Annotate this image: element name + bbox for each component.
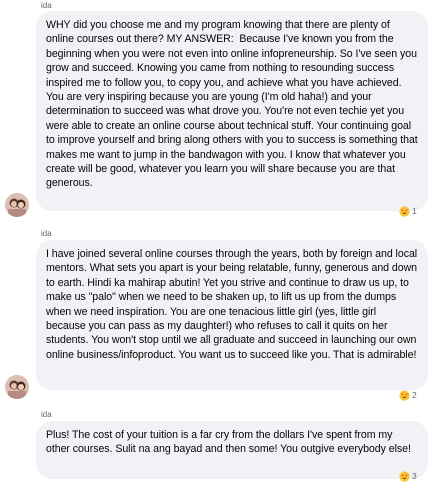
- sender-name[interactable]: ida: [41, 1, 52, 11]
- comment-bubble: Plus! The cost of your tuition is a far …: [36, 421, 428, 479]
- heart-eyes-emoji-icon: [399, 389, 410, 401]
- avatar-photo-icon: [5, 375, 29, 399]
- avatar[interactable]: [5, 193, 29, 217]
- sender-name[interactable]: ida: [41, 229, 52, 239]
- reaction-badge[interactable]: 2: [399, 389, 417, 401]
- comment-text: I have joined several online courses thr…: [46, 248, 420, 361]
- sender-name[interactable]: ida: [41, 410, 52, 420]
- reaction-count: 3: [412, 471, 417, 481]
- reaction-badge[interactable]: 3: [399, 470, 417, 482]
- reaction-count: 1: [412, 206, 417, 216]
- reaction-count: 2: [412, 390, 417, 400]
- comment-text: WHY did you choose me and my program kno…: [46, 19, 421, 190]
- heart-eyes-emoji-icon: [399, 205, 410, 217]
- avatar[interactable]: [5, 375, 29, 399]
- reaction-badge[interactable]: 1: [399, 205, 417, 217]
- avatar-photo-icon: [5, 193, 29, 217]
- heart-eyes-emoji-icon: [399, 470, 410, 482]
- comment-text: Plus! The cost of your tuition is a far …: [46, 429, 411, 456]
- comment-bubble: I have joined several online courses thr…: [36, 240, 428, 390]
- comment-bubble: WHY did you choose me and my program kno…: [36, 11, 428, 211]
